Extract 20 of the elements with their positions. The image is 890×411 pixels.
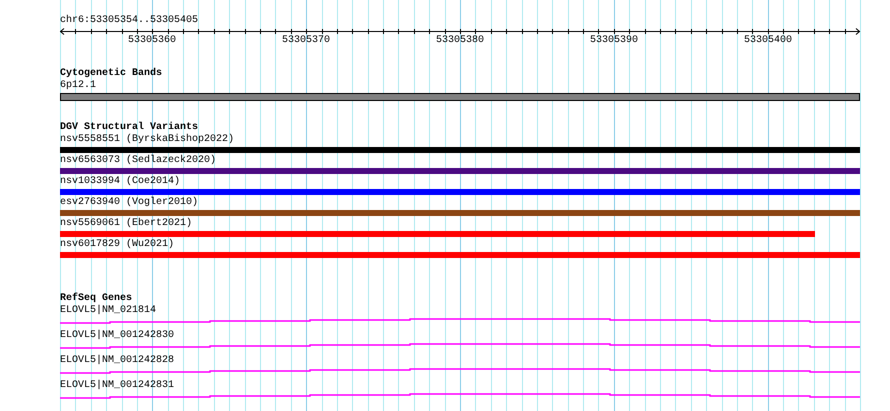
tick-label: 53305370 xyxy=(282,35,330,47)
tick-label: 53305390 xyxy=(590,35,638,47)
gene-label: ELOVL5|NM_021814 xyxy=(60,305,156,317)
location-label: chr6:53305354..53305405 xyxy=(60,15,198,27)
variant-label: esv2763940 (Vogler2010) xyxy=(60,197,198,209)
gene-label: ELOVL5|NM_001242830 xyxy=(60,330,174,342)
variant-label: nsv5558551 (ByrskaBishop2022) xyxy=(60,134,234,146)
band-label: 6p12.1 xyxy=(60,80,96,92)
tick-label: 53305400 xyxy=(744,35,792,47)
tick-label: 53305360 xyxy=(128,35,176,47)
track-title: DGV Structural Variants xyxy=(60,122,198,134)
variant-label: nsv5569061 (Ebert2021) xyxy=(60,218,192,230)
variant-label: nsv1033994 (Coe2014) xyxy=(60,176,180,188)
track-title: RefSeq Genes xyxy=(60,293,132,304)
variant-label: nsv6563073 (Sedlazeck2020) xyxy=(60,155,216,167)
gene-label: ELOVL5|NM_001242831 xyxy=(60,380,174,392)
track-title: Cytogenetic Bands xyxy=(60,68,162,80)
variant-label: nsv6017829 (Wu2021) xyxy=(60,239,174,251)
gene-label: ELOVL5|NM_001242828 xyxy=(60,355,174,367)
tick-label: 53305380 xyxy=(436,35,484,47)
